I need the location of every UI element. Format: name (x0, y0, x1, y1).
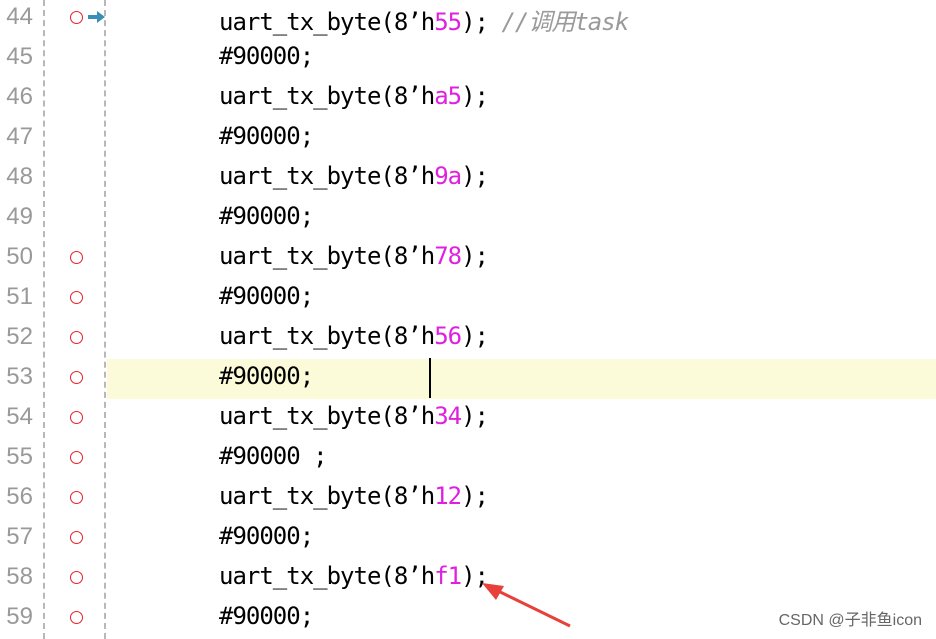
code-text[interactable]: uart_tx_byte(8’ha5); (219, 82, 489, 110)
breakpoint-icon[interactable] (70, 371, 83, 384)
hex-literal: 9a (434, 162, 462, 190)
code-token: uart_tx_byte(8’h (219, 562, 435, 590)
code-token: uart_tx_byte(8’h (219, 8, 435, 36)
breakpoint-icon[interactable] (70, 531, 83, 544)
code-token: #90000; (219, 522, 314, 550)
code-text[interactable]: uart_tx_byte(8’h56); (219, 322, 489, 350)
line-number: 44 (6, 3, 33, 30)
code-line[interactable]: 45 #90000; (0, 39, 936, 79)
code-token: #90000; (219, 122, 314, 150)
text-cursor (429, 358, 431, 398)
breakpoint-icon[interactable] (70, 251, 83, 264)
hex-literal: 56 (434, 322, 462, 350)
line-number: 55 (6, 443, 33, 470)
hex-literal: f1 (434, 562, 462, 590)
code-line[interactable]: 51 #90000; (0, 279, 936, 319)
code-token: uart_tx_byte(8’h (219, 82, 435, 110)
code-text[interactable]: #90000; (219, 122, 314, 150)
breakpoint-icon[interactable] (70, 331, 83, 344)
code-text[interactable]: #90000; (219, 362, 314, 390)
line-number: 54 (6, 403, 33, 430)
code-line[interactable]: 57 #90000; (0, 519, 936, 559)
watermark: CSDN @子非鱼icon (778, 612, 922, 629)
hex-literal: 55 (434, 8, 462, 36)
code-token: uart_tx_byte(8’h (219, 322, 435, 350)
code-token: ); (461, 162, 489, 190)
code-token: #90000; (219, 602, 314, 630)
code-line[interactable]: 55 #90000 ; (0, 439, 936, 479)
code-text[interactable]: uart_tx_byte(8’h12); (219, 482, 489, 510)
code-line[interactable]: 50 uart_tx_byte(8’h78); (0, 239, 936, 279)
code-token: uart_tx_byte(8’h (219, 242, 435, 270)
code-line[interactable]: 46 uart_tx_byte(8’ha5); (0, 79, 936, 119)
code-token: ); (461, 82, 489, 110)
code-line[interactable]: 47 #90000; (0, 119, 936, 159)
code-line[interactable]: 49 #90000; (0, 199, 936, 239)
code-token: ); (461, 322, 489, 350)
line-number: 51 (6, 283, 33, 310)
code-token: #90000; (219, 42, 314, 70)
code-token: ); (461, 242, 489, 270)
code-token: uart_tx_byte(8’h (219, 482, 435, 510)
code-text[interactable]: uart_tx_byte(8’h78); (219, 242, 489, 270)
line-number: 57 (6, 523, 33, 550)
line-number: 56 (6, 483, 33, 510)
code-line[interactable]: 52 uart_tx_byte(8’h56); (0, 319, 936, 359)
code-editor[interactable]: 44 uart_tx_byte(8’h55); //调用task 45 #90000;… (0, 0, 936, 639)
code-token: #90000; (219, 362, 314, 390)
code-text[interactable]: #90000; (219, 42, 314, 70)
hex-literal: a5 (434, 82, 462, 110)
line-number: 58 (6, 563, 33, 590)
execution-arrow-icon (88, 11, 105, 23)
code-text[interactable]: uart_tx_byte(8’hf1); (219, 562, 489, 590)
code-line[interactable]: 58 uart_tx_byte(8’hf1); (0, 559, 936, 599)
line-number: 59 (6, 603, 33, 630)
code-line[interactable]: 54 uart_tx_byte(8’h34); (0, 399, 936, 439)
line-number: 48 (6, 163, 33, 190)
breakpoint-icon[interactable] (70, 611, 83, 624)
code-text[interactable]: uart_tx_byte(8’h34); (219, 402, 489, 430)
line-number: 53 (6, 363, 33, 390)
code-token: uart_tx_byte(8’h (219, 402, 435, 430)
code-token: #90000 ; (219, 442, 328, 470)
code-line[interactable]: 53 #90000; (0, 359, 936, 399)
code-text[interactable]: #90000; (219, 602, 314, 630)
line-number: 47 (6, 123, 33, 150)
code-text[interactable]: uart_tx_byte(8’h9a); (219, 162, 489, 190)
code-token: ); (461, 8, 489, 36)
breakpoint-icon[interactable] (70, 291, 83, 304)
code-line[interactable]: 56 uart_tx_byte(8’h12); (0, 479, 936, 519)
breakpoint-icon[interactable] (70, 11, 83, 24)
code-text[interactable]: uart_tx_byte(8’h55); //调用task (219, 2, 629, 37)
code-token: ); (461, 482, 489, 510)
line-number: 52 (6, 323, 33, 350)
code-line[interactable]: 44 uart_tx_byte(8’h55); //调用task (0, 0, 936, 39)
hex-literal: 12 (434, 482, 462, 510)
annotation-arrow-icon (482, 583, 571, 628)
hex-literal: 34 (434, 402, 462, 430)
code-line[interactable]: 48 uart_tx_byte(8’h9a); (0, 159, 936, 199)
breakpoint-icon[interactable] (70, 491, 83, 504)
line-number: 49 (6, 203, 33, 230)
hex-literal: 78 (434, 242, 462, 270)
breakpoint-icon[interactable] (70, 411, 83, 424)
breakpoint-icon[interactable] (70, 571, 83, 584)
line-number: 50 (6, 243, 33, 270)
code-comment: //调用task (488, 8, 629, 36)
code-token: ); (461, 402, 489, 430)
code-token: #90000; (219, 202, 314, 230)
code-text[interactable]: #90000 ; (219, 442, 328, 470)
code-text[interactable]: #90000; (219, 282, 314, 310)
code-text[interactable]: #90000; (219, 202, 314, 230)
line-number: 45 (6, 43, 33, 70)
code-text[interactable]: #90000; (219, 522, 314, 550)
code-token: #90000; (219, 282, 314, 310)
breakpoint-icon[interactable] (70, 451, 83, 464)
line-number: 46 (6, 83, 33, 110)
code-token: uart_tx_byte(8’h (219, 162, 435, 190)
